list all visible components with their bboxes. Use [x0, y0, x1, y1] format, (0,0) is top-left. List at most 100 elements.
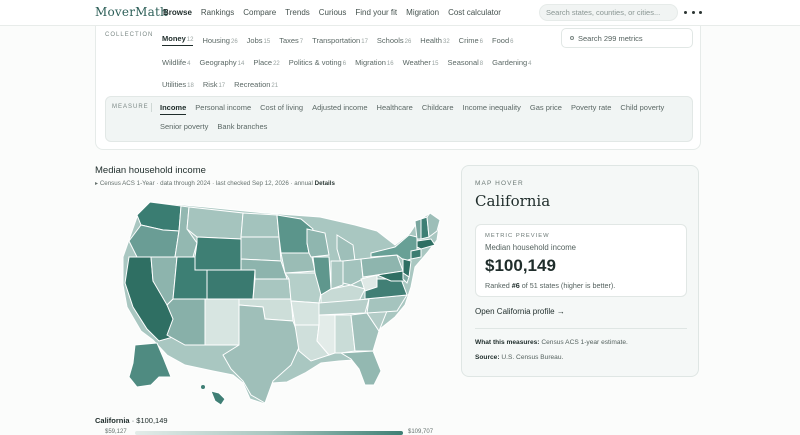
dot-icon	[684, 10, 687, 14]
nav-trends[interactable]: Trends	[285, 8, 310, 17]
chip-money[interactable]: Money12	[162, 34, 194, 46]
state-indiana[interactable]	[330, 260, 344, 290]
hover-state-name: California	[475, 192, 551, 210]
divider	[151, 103, 152, 112]
hover-label: MAP HOVER	[475, 180, 524, 187]
state-arizona[interactable]	[166, 298, 208, 346]
state-south-dakota[interactable]	[240, 236, 282, 262]
preview-metric-name: Median household income	[485, 243, 577, 252]
collection-label: COLLECTION	[105, 32, 154, 38]
map-hover-card: MAP HOVER California METRIC PREVIEW Medi…	[461, 165, 699, 377]
nav-curious[interactable]: Curious	[319, 8, 347, 17]
chip-food[interactable]: Food6	[492, 36, 513, 45]
dot-icon	[691, 10, 695, 14]
chip-health[interactable]: Health32	[420, 36, 449, 45]
state-montana[interactable]	[186, 206, 244, 240]
nav-migration[interactable]: Migration	[406, 8, 439, 17]
chip-jobs[interactable]: Jobs15	[247, 36, 271, 45]
state-north-dakota[interactable]	[240, 212, 280, 238]
legend-state: California	[95, 416, 130, 425]
metric-search-button[interactable]: Search 299 metrics	[561, 28, 693, 48]
nav-links: Browse Rankings Compare Trends Curious F…	[163, 8, 501, 17]
nav-rankings[interactable]: Rankings	[201, 8, 234, 17]
search-icon	[570, 36, 574, 40]
measure-description: What this measures: Census ACS 1-year es…	[475, 339, 628, 346]
measure-tab-personal-income[interactable]: Personal income	[195, 97, 251, 116]
nav-find-your-fit[interactable]: Find your fit	[355, 8, 397, 17]
nav-cost-calculator[interactable]: Cost calculator	[448, 8, 501, 17]
measure-label: MEASURE	[112, 104, 149, 110]
nav-browse[interactable]: Browse	[163, 8, 192, 17]
top-navigation: MoverMath Browse Rankings Compare Trends…	[0, 0, 800, 26]
brand-logo[interactable]: MoverMath	[95, 5, 168, 19]
measure-tab-gas-price[interactable]: Gas price	[530, 97, 562, 116]
chip-gardening[interactable]: Gardening4	[492, 58, 531, 67]
legend-min: $59,127	[105, 429, 127, 435]
map-source: ▸ Census ACS 1-Year · data through 2024 …	[95, 180, 335, 187]
chip-taxes[interactable]: Taxes7	[279, 36, 303, 45]
chip-schools[interactable]: Schools26	[377, 36, 411, 45]
preview-metric-value: $100,149	[485, 256, 556, 275]
chip-recreation[interactable]: Recreation21	[234, 80, 278, 89]
state-massachusetts[interactable]	[416, 238, 436, 250]
details-link[interactable]: Details	[315, 180, 335, 187]
chip-row: Money12 Housing26 Jobs15 Taxes7 Transpor…	[162, 29, 542, 51]
preview-rank: Ranked #6 of 51 states (higher is better…	[485, 281, 616, 290]
chip-crime[interactable]: Crime6	[459, 36, 483, 45]
state-wyoming[interactable]	[194, 236, 242, 271]
us-choropleth-map[interactable]	[115, 195, 450, 410]
metric-search-label: Search 299 metrics	[578, 33, 643, 43]
measure-tab-healthcare[interactable]: Healthcare	[377, 97, 413, 116]
measure-tab-childcare[interactable]: Childcare	[422, 97, 454, 116]
chip-place[interactable]: Place22	[253, 58, 279, 67]
chip-risk[interactable]: Risk17	[203, 80, 225, 89]
chip-politics-voting[interactable]: Politics & voting6	[289, 58, 346, 67]
search-input[interactable]	[539, 4, 678, 21]
chip-wildlife[interactable]: Wildlife4	[162, 58, 191, 67]
map-source-text: ▸ Census ACS 1-Year · data through 2024 …	[95, 180, 313, 187]
chip-utilities[interactable]: Utilities18	[162, 80, 194, 89]
legend-value: · $100,149	[131, 416, 168, 425]
measure-tab-income-inequality[interactable]: Income inequality	[463, 97, 521, 116]
chip-geography[interactable]: Geography14	[200, 58, 245, 67]
state-florida[interactable]	[339, 350, 382, 386]
state-new-mexico[interactable]	[204, 298, 242, 346]
metric-preview-card: METRIC PREVIEW Median household income $…	[475, 224, 687, 297]
chip-weather[interactable]: Weather15	[403, 58, 439, 67]
measure-tab-child-poverty[interactable]: Child poverty	[620, 97, 664, 116]
source-description: Source: U.S. Census Bureau.	[475, 354, 564, 361]
open-profile-link[interactable]: Open California profile →	[475, 307, 565, 316]
measure-tab-adjusted-income[interactable]: Adjusted income	[312, 97, 367, 116]
state-arkansas[interactable]	[290, 300, 320, 326]
state-missouri[interactable]	[284, 272, 322, 304]
map-title: Median household income	[95, 165, 206, 176]
measure-selector: MEASURE Income Personal income Cost of l…	[105, 96, 693, 142]
measure-tab-poverty-rate[interactable]: Poverty rate	[571, 97, 611, 116]
divider	[475, 328, 687, 329]
dot-icon	[699, 10, 702, 14]
measure-tab-bank-branches[interactable]: Bank branches	[217, 116, 267, 135]
more-menu-button[interactable]	[684, 6, 702, 18]
state-colorado[interactable]	[206, 269, 256, 300]
chip-seasonal[interactable]: Seasonal8	[448, 58, 484, 67]
chip-migration[interactable]: Migration16	[355, 58, 394, 67]
measure-tab-senior-poverty[interactable]: Senior poverty	[160, 116, 208, 135]
legend-max: $109,707	[408, 429, 434, 435]
chip-transportation[interactable]: Transportation17	[312, 36, 368, 45]
state-hawaii-island[interactable]	[201, 385, 205, 389]
legend-gradient-bar	[135, 431, 403, 435]
chip-housing[interactable]: Housing26	[202, 36, 237, 45]
state-kansas[interactable]	[252, 278, 292, 300]
nav-compare[interactable]: Compare	[243, 8, 276, 17]
state-iowa[interactable]	[280, 252, 316, 274]
legend-label: California · $100,149	[95, 416, 168, 425]
state-hawaii[interactable]	[210, 390, 226, 406]
chip-row: Wildlife4 Geography14 Place22 Politics &…	[162, 51, 542, 73]
filter-panel: COLLECTION Money12 Housing26 Jobs15 Taxe…	[95, 26, 701, 150]
chip-row: Utilities18 Risk17 Recreation21	[162, 73, 542, 95]
measure-tab-income[interactable]: Income	[160, 97, 187, 115]
state-connecticut[interactable]	[410, 248, 422, 260]
measure-tabs: Income Personal income Cost of living Ad…	[160, 97, 690, 135]
preview-label: METRIC PREVIEW	[485, 233, 550, 239]
measure-tab-cost-of-living[interactable]: Cost of living	[260, 97, 303, 116]
